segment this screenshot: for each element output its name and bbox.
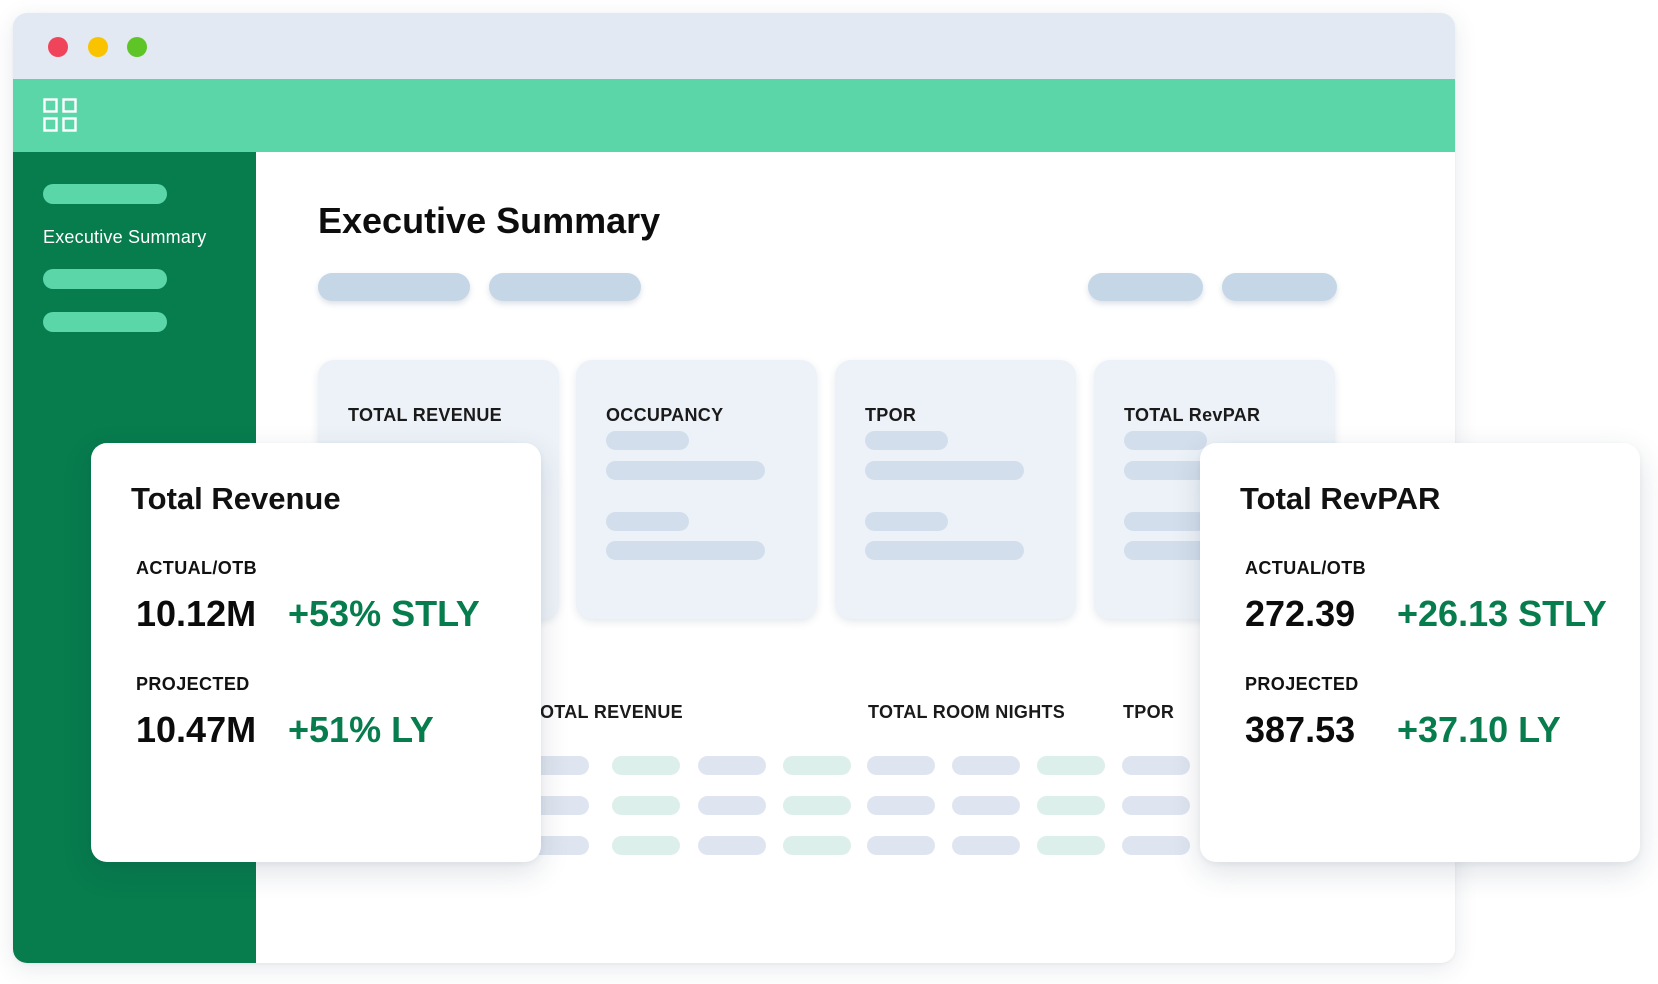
table-cell-placeholder bbox=[783, 836, 851, 855]
app-header bbox=[13, 79, 1455, 152]
table-cell-placeholder bbox=[1122, 756, 1190, 775]
table-cell-placeholder bbox=[612, 796, 680, 815]
actual-delta: +53% STLY bbox=[288, 593, 480, 634]
projected-delta: +51% LY bbox=[288, 709, 434, 750]
actual-delta: +26.13 STLY bbox=[1397, 593, 1607, 634]
table-cell-placeholder bbox=[952, 756, 1020, 775]
kpi-card-title: TPOR bbox=[865, 405, 917, 425]
value-placeholder bbox=[606, 541, 765, 560]
maximize-window-button[interactable] bbox=[127, 37, 147, 57]
table-cell-placeholder bbox=[783, 756, 851, 775]
sidebar-item-executive-summary[interactable]: Executive Summary bbox=[43, 227, 206, 248]
filter-button[interactable] bbox=[318, 273, 470, 301]
sidebar-item-placeholder[interactable] bbox=[43, 269, 167, 289]
value-placeholder bbox=[865, 461, 1024, 480]
value-placeholder bbox=[865, 512, 948, 531]
value-placeholder bbox=[606, 461, 765, 480]
projected-delta: +37.10 LY bbox=[1397, 709, 1561, 750]
actual-value: 10.12M bbox=[136, 593, 257, 634]
table-header-total-room-nights[interactable]: TOTAL ROOM NIGHTS bbox=[868, 702, 1065, 723]
table-cell-placeholder bbox=[1037, 836, 1105, 855]
kpi-card-tpor[interactable]: TPOR bbox=[835, 360, 1076, 619]
table-cell-placeholder bbox=[1037, 796, 1105, 815]
projected-label: PROJECTED bbox=[1245, 674, 1359, 694]
card-title: Total Revenue bbox=[131, 481, 341, 516]
table-cell-placeholder bbox=[783, 796, 851, 815]
table-cell-placeholder bbox=[1037, 756, 1105, 775]
projected-value: 10.47M bbox=[136, 709, 257, 750]
table-cell-placeholder bbox=[612, 836, 680, 855]
table-cell-placeholder bbox=[612, 756, 680, 775]
table-cell-placeholder bbox=[1122, 836, 1190, 855]
actual-label: ACTUAL/OTB bbox=[136, 558, 257, 578]
table-cell-placeholder bbox=[867, 756, 935, 775]
value-placeholder bbox=[606, 512, 689, 531]
minimize-window-button[interactable] bbox=[88, 37, 108, 57]
table-cell-placeholder bbox=[952, 836, 1020, 855]
page-title: Executive Summary bbox=[318, 200, 661, 241]
card-title: Total RevPAR bbox=[1240, 481, 1441, 516]
close-window-button[interactable] bbox=[48, 37, 68, 57]
value-placeholder bbox=[1124, 512, 1207, 531]
value-placeholder bbox=[865, 431, 948, 450]
value-placeholder bbox=[865, 541, 1024, 560]
table-cell-placeholder bbox=[1122, 796, 1190, 815]
table-cell-placeholder bbox=[698, 756, 766, 775]
sidebar-item-placeholder[interactable] bbox=[43, 184, 167, 204]
table-cell-placeholder bbox=[698, 796, 766, 815]
kpi-card-occupancy[interactable]: OCCUPANCY bbox=[576, 360, 817, 619]
table-header-total-revenue[interactable]: OTAL REVENUE bbox=[540, 702, 683, 723]
window-titlebar bbox=[13, 13, 1455, 79]
table-cell-placeholder bbox=[698, 836, 766, 855]
projected-value: 387.53 bbox=[1245, 709, 1356, 750]
kpi-card-title: TOTAL RevPAR bbox=[1124, 405, 1261, 425]
total-revpar-card[interactable]: Total RevPAR ACTUAL/OTB 272.39 +26.13 ST… bbox=[1200, 443, 1640, 862]
value-placeholder bbox=[606, 431, 689, 450]
kpi-card-title: TOTAL REVENUE bbox=[348, 405, 502, 425]
table-cell-placeholder bbox=[952, 796, 1020, 815]
actual-value: 272.39 bbox=[1245, 593, 1356, 634]
table-header-tpor[interactable]: TPOR bbox=[1123, 702, 1174, 723]
table-cell-placeholder bbox=[867, 836, 935, 855]
sidebar-item-placeholder[interactable] bbox=[43, 312, 167, 332]
total-revenue-card[interactable]: Total Revenue ACTUAL/OTB 10.12M +53% STL… bbox=[91, 443, 541, 862]
kpi-card-title: OCCUPANCY bbox=[606, 405, 724, 425]
table-cell-placeholder bbox=[867, 796, 935, 815]
apps-grid-icon[interactable] bbox=[43, 98, 77, 132]
toolbar-button[interactable] bbox=[1222, 273, 1337, 301]
projected-label: PROJECTED bbox=[136, 674, 250, 694]
filter-button[interactable] bbox=[489, 273, 641, 301]
value-placeholder bbox=[1124, 431, 1207, 450]
toolbar-button[interactable] bbox=[1088, 273, 1203, 301]
actual-label: ACTUAL/OTB bbox=[1245, 558, 1366, 578]
